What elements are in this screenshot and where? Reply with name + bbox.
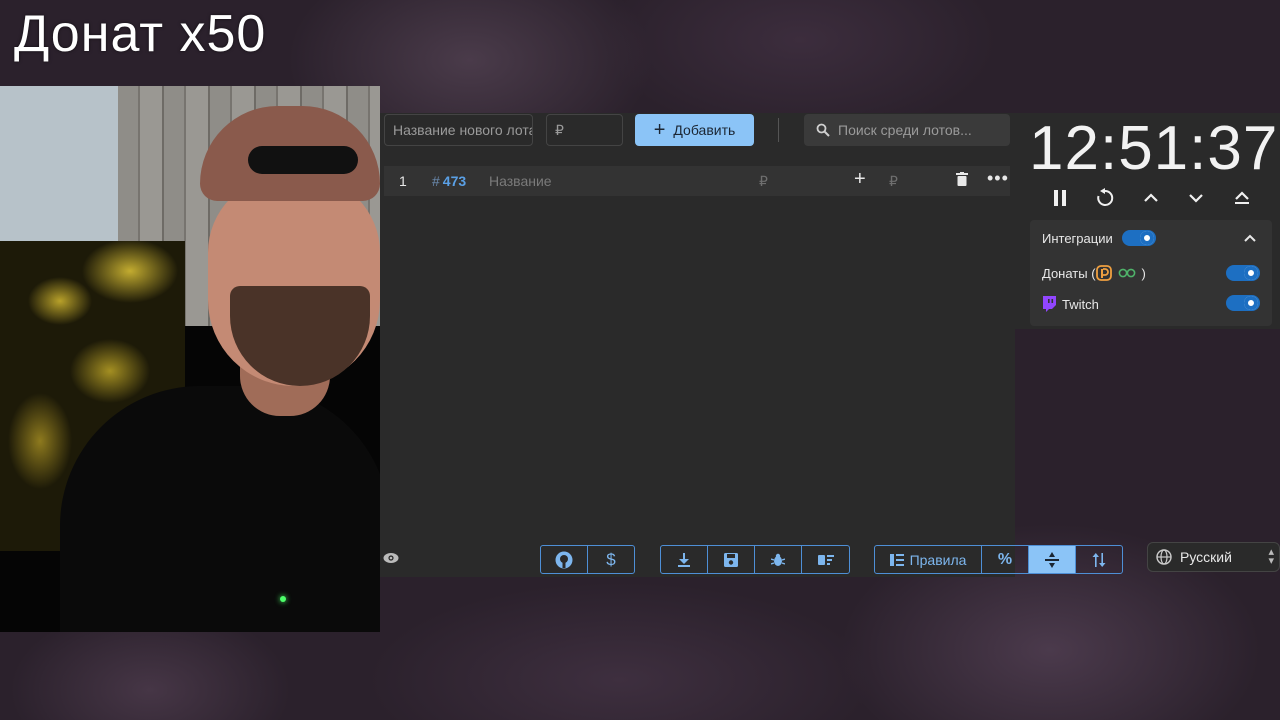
- chevron-updown-icon: ▴ ▾: [1268, 546, 1274, 567]
- percent-icon: %: [997, 550, 1013, 568]
- percent-button[interactable]: %: [982, 546, 1029, 573]
- lot-row: 1 #473 Название ₽ + ₽ •••: [384, 166, 1010, 196]
- sort-button[interactable]: [1076, 546, 1122, 573]
- webcam-feed: [0, 86, 380, 632]
- chevron-down-icon: [1189, 194, 1203, 203]
- clear-lots-button[interactable]: [802, 546, 849, 573]
- links-button-group: $: [540, 545, 635, 574]
- sort-icon: [1092, 552, 1106, 567]
- integrations-title: Интеграции: [1042, 231, 1113, 246]
- timer-display: 12:51:37: [1029, 114, 1279, 183]
- pause-icon: [1054, 190, 1066, 206]
- file-button-group: [660, 545, 850, 574]
- download-button[interactable]: [661, 546, 708, 573]
- donations-label: Донаты (: [1042, 265, 1096, 281]
- twitch-integration: Twitch: [1042, 296, 1099, 312]
- new-lot-name-input[interactable]: Название нового лота: [384, 114, 533, 146]
- time-decrease-button[interactable]: [1181, 187, 1211, 209]
- donations-label-close: ): [1141, 265, 1146, 281]
- rules-label: Правила: [909, 551, 967, 568]
- donate-button[interactable]: $: [588, 546, 634, 573]
- lot-id-value: 473: [442, 173, 467, 189]
- bug-icon: [771, 553, 785, 566]
- report-bug-button[interactable]: [755, 546, 802, 573]
- save-icon: [724, 552, 738, 567]
- auction-panel: Название нового лота ₽ + Добавить Поиск …: [380, 113, 1123, 577]
- hash-icon: #: [432, 173, 440, 189]
- more-icon[interactable]: •••: [987, 168, 1009, 189]
- link-icon: [1118, 268, 1135, 278]
- search-icon: [816, 123, 830, 137]
- pause-button[interactable]: [1045, 187, 1075, 209]
- new-lot-price-input[interactable]: ₽: [546, 114, 623, 146]
- stream-overlay-title: Донат x50: [14, 5, 267, 63]
- add-lot-label: Добавить: [673, 122, 736, 138]
- clear-list-icon: [817, 554, 834, 565]
- integrations-panel: Интеграции Донаты ( ) Twitch: [1030, 220, 1272, 326]
- donations-integration: Донаты ( ): [1042, 265, 1146, 281]
- globe-icon: [1156, 549, 1172, 565]
- plus-icon[interactable]: +: [854, 168, 866, 191]
- lot-add-amount-input[interactable]: ₽: [889, 173, 898, 190]
- github-button[interactable]: [541, 546, 588, 573]
- save-button[interactable]: [708, 546, 755, 573]
- github-icon: [555, 551, 573, 568]
- toolbar-divider: [778, 118, 779, 142]
- lot-id[interactable]: #473: [432, 173, 466, 189]
- twitch-icon: [1043, 296, 1056, 312]
- chevron-up-icon: [1144, 193, 1158, 202]
- chevron-up-icon[interactable]: [1244, 234, 1256, 242]
- restart-button[interactable]: [1090, 187, 1120, 209]
- twitch-toggle[interactable]: [1226, 295, 1260, 311]
- compress-button[interactable]: [1029, 546, 1076, 573]
- add-lot-button[interactable]: + Добавить: [635, 114, 754, 146]
- trash-icon[interactable]: [956, 172, 968, 189]
- restart-icon: [1097, 188, 1114, 206]
- rules-button[interactable]: Правила: [875, 546, 982, 573]
- eye-icon[interactable]: [383, 551, 399, 569]
- twitch-label: Twitch: [1062, 296, 1099, 312]
- integrations-header: Интеграции: [1042, 231, 1113, 246]
- lot-name-input[interactable]: Название: [489, 173, 552, 189]
- donationalerts-icon: [1095, 265, 1112, 281]
- integrations-toggle[interactable]: [1122, 230, 1156, 246]
- compress-icon: [1045, 551, 1059, 568]
- time-increase-button[interactable]: [1136, 187, 1166, 209]
- collapse-button[interactable]: [1227, 187, 1257, 209]
- language-value: Русский: [1180, 549, 1232, 565]
- language-select[interactable]: Русский ▴ ▾: [1147, 542, 1280, 572]
- settings-button-group: Правила %: [874, 545, 1123, 574]
- plus-icon: +: [653, 119, 666, 141]
- dollar-icon: $: [606, 549, 616, 569]
- search-placeholder: Поиск среди лотов...: [838, 122, 972, 138]
- lot-index: 1: [399, 173, 407, 189]
- download-icon: [678, 552, 690, 567]
- lot-amount-input[interactable]: ₽: [759, 173, 768, 190]
- donations-toggle[interactable]: [1226, 265, 1260, 281]
- lot-search-input[interactable]: Поиск среди лотов...: [804, 114, 1010, 146]
- collapse-icon: [1235, 191, 1249, 204]
- rules-icon: [889, 553, 904, 566]
